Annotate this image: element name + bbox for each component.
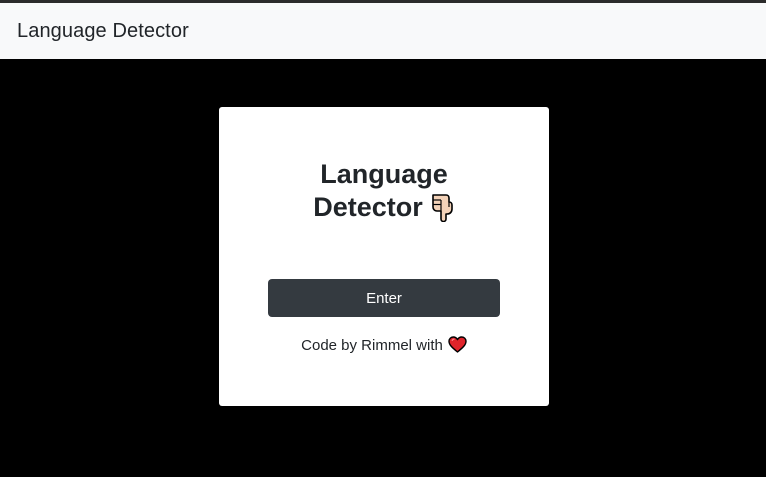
main-content: Language Detector Enter Code by Rimmel w… bbox=[0, 59, 766, 477]
credit-text: Code by Rimmel with bbox=[301, 337, 443, 354]
welcome-card: Language Detector Enter Code by Rimmel w… bbox=[219, 107, 549, 406]
card-title: Language Detector bbox=[219, 158, 549, 224]
navbar-brand[interactable]: Language Detector bbox=[17, 20, 189, 43]
pointing-down-hand-icon bbox=[431, 194, 453, 222]
card-title-line-2: Detector bbox=[219, 191, 549, 224]
card-title-word: Detector bbox=[313, 192, 423, 222]
card-title-line-1: Language bbox=[320, 159, 448, 189]
credit-line: Code by Rimmel with bbox=[219, 335, 549, 357]
enter-button[interactable]: Enter bbox=[268, 279, 500, 317]
navbar: Language Detector bbox=[0, 3, 766, 59]
heart-icon bbox=[448, 336, 467, 353]
